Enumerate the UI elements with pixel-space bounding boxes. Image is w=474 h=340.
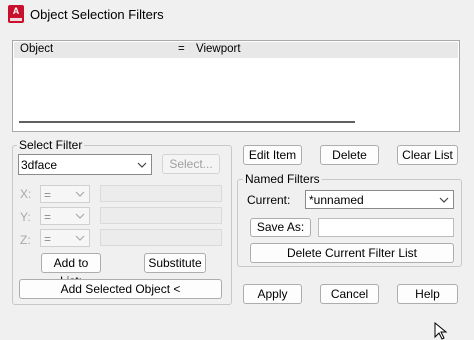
add-to-list-button[interactable]: Add to List: xyxy=(41,253,101,288)
mouse-cursor-icon xyxy=(434,322,448,340)
list-header-viewport: Viewport xyxy=(196,43,241,55)
y-axis-label: Y: xyxy=(20,210,31,224)
current-label: Current: xyxy=(247,193,291,207)
clear-list-button[interactable]: Clear List xyxy=(397,145,458,165)
chevron-down-icon xyxy=(75,213,85,219)
autocad-app-icon: A xyxy=(8,5,24,23)
add-selected-object-button[interactable]: Add Selected Object < xyxy=(19,279,222,299)
chevron-down-icon xyxy=(75,191,85,197)
filter-list[interactable]: Object = Viewport xyxy=(12,40,460,132)
x-operator-value: = xyxy=(44,188,52,202)
cancel-button[interactable]: Cancel xyxy=(320,284,379,304)
horizontal-scrollbar[interactable] xyxy=(19,121,355,123)
delete-current-filter-list-button[interactable]: Delete Current Filter List xyxy=(250,243,454,263)
y-operator-value: = xyxy=(44,210,52,224)
chevron-down-icon xyxy=(137,162,147,168)
select-button[interactable]: Select... xyxy=(162,154,220,174)
object-type-value: 3dface xyxy=(21,158,58,172)
z-operator-combo[interactable]: = xyxy=(40,229,90,247)
z-operator-value: = xyxy=(44,232,52,246)
x-value-field[interactable] xyxy=(100,185,222,202)
current-filter-combo[interactable]: *unnamed xyxy=(305,190,454,209)
x-operator-combo[interactable]: = xyxy=(40,185,90,203)
current-filter-value: *unnamed xyxy=(309,193,364,207)
x-axis-label: X: xyxy=(20,187,32,201)
z-value-field[interactable] xyxy=(100,229,222,246)
y-operator-combo[interactable]: = xyxy=(40,207,90,225)
title-bar[interactable]: A Object Selection Filters xyxy=(0,0,474,30)
substitute-button[interactable]: Substitute xyxy=(144,253,206,273)
z-axis-label: Z: xyxy=(20,233,31,247)
object-type-combo[interactable]: 3dface xyxy=(18,154,152,175)
select-filter-label: Select Filter xyxy=(17,138,85,152)
window-title: Object Selection Filters xyxy=(30,7,164,22)
edit-item-button[interactable]: Edit Item xyxy=(243,145,302,165)
save-as-button[interactable]: Save As: xyxy=(250,218,311,237)
save-as-name-field[interactable] xyxy=(318,218,454,237)
apply-button[interactable]: Apply xyxy=(243,284,302,304)
named-filters-label: Named Filters xyxy=(243,172,322,186)
delete-button[interactable]: Delete xyxy=(320,145,379,165)
chevron-down-icon xyxy=(75,235,85,241)
app-icon-letter: A xyxy=(12,6,20,16)
list-header-equals: = xyxy=(178,43,185,55)
y-value-field[interactable] xyxy=(100,207,222,224)
list-header-row[interactable]: Object = Viewport xyxy=(14,42,458,58)
list-header-object: Object xyxy=(20,43,54,55)
chevron-down-icon xyxy=(439,197,449,203)
help-button[interactable]: Help xyxy=(397,284,458,304)
